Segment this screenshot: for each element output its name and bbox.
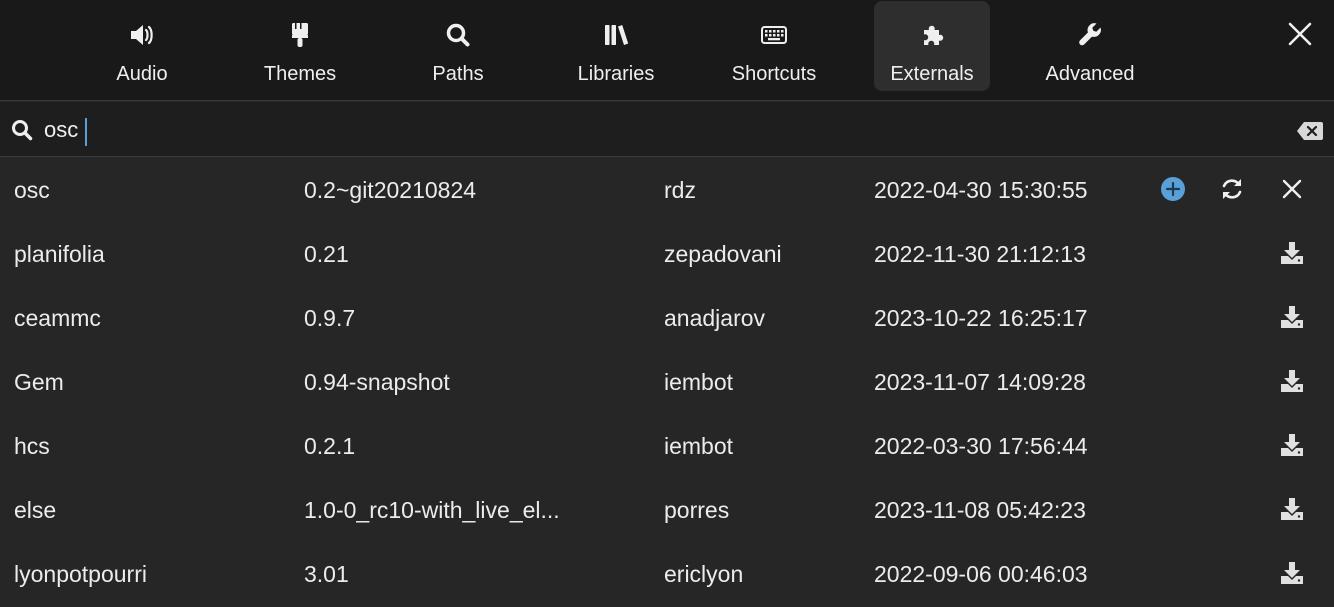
tab-label: Audio <box>116 63 168 85</box>
install-button[interactable] <box>1277 305 1307 335</box>
tab-externals[interactable]: Externals <box>874 1 990 91</box>
external-version: 0.21 <box>304 241 349 267</box>
search-input[interactable] <box>44 112 1244 148</box>
external-name: ceammc <box>14 305 101 331</box>
external-author: zepadovani <box>664 241 782 267</box>
external-date: 2022-09-06 00:46:03 <box>874 561 1088 587</box>
external-author: porres <box>664 497 730 523</box>
plus-circle-icon <box>1160 176 1186 208</box>
download-icon <box>1280 241 1304 271</box>
tab-audio[interactable]: Audio <box>84 1 200 91</box>
keyboard-icon <box>760 21 788 49</box>
tab-label: Paths <box>432 63 484 85</box>
books-icon <box>602 21 630 49</box>
external-author: iembot <box>664 433 734 459</box>
external-author: iembot <box>664 369 734 395</box>
external-date: 2023-11-08 05:42:23 <box>874 497 1086 523</box>
external-date: 2022-04-30 15:30:55 <box>874 177 1088 203</box>
external-name: lyonpotpourri <box>14 561 147 587</box>
text-caret <box>85 118 87 146</box>
close-icon <box>1287 21 1313 52</box>
backspace-icon <box>1296 122 1324 146</box>
external-name: Gem <box>14 369 64 395</box>
list-item[interactable]: else 1.0-0_rc10-with_live_el... porres 2… <box>0 479 1334 543</box>
download-icon <box>1280 497 1304 527</box>
tab-label: Shortcuts <box>731 63 817 85</box>
external-version: 1.0-0_rc10-with_live_el... <box>304 497 560 523</box>
puzzle-icon <box>918 21 946 49</box>
external-name: planifolia <box>14 241 105 267</box>
external-name: osc <box>14 177 50 203</box>
close-icon <box>1281 178 1303 206</box>
list-item[interactable]: planifolia 0.21 zepadovani 2022-11-30 21… <box>0 223 1334 287</box>
tab-label: Themes <box>263 63 337 85</box>
external-author: anadjarov <box>664 305 766 331</box>
external-date: 2022-11-30 21:12:13 <box>874 241 1086 267</box>
tab-label: Libraries <box>577 63 655 85</box>
update-button[interactable] <box>1217 177 1247 207</box>
external-version: 0.9.7 <box>304 305 356 331</box>
tab-paths[interactable]: Paths <box>400 1 516 91</box>
tab-label: Externals <box>890 63 974 85</box>
external-date: 2023-10-22 16:25:17 <box>874 305 1088 331</box>
install-button[interactable] <box>1277 433 1307 463</box>
list-item[interactable]: Gem 0.94-snapshot iembot 2023-11-07 14:0… <box>0 351 1334 415</box>
download-icon <box>1280 433 1304 463</box>
external-version: 0.2~git20210824 <box>304 177 477 203</box>
external-name: hcs <box>14 433 50 459</box>
refresh-icon <box>1218 175 1246 209</box>
install-button[interactable] <box>1277 561 1307 591</box>
external-name: else <box>14 497 57 523</box>
list-item[interactable]: osc 0.2~git20210824 rdz 2022-04-30 15:30… <box>0 159 1334 223</box>
external-version: 0.94-snapshot <box>304 369 450 395</box>
download-icon <box>1280 305 1304 335</box>
preferences-toolbar: Audio Themes Paths Libraries Shortcuts E… <box>0 0 1334 101</box>
external-date: 2022-03-30 17:56:44 <box>874 433 1088 459</box>
tab-label: Advanced <box>1045 63 1135 85</box>
tab-libraries[interactable]: Libraries <box>558 1 674 91</box>
external-date: 2023-11-07 14:09:28 <box>874 369 1086 395</box>
external-version: 0.2.1 <box>304 433 356 459</box>
list-item[interactable]: hcs 0.2.1 iembot 2022-03-30 17:56:44 <box>0 415 1334 479</box>
install-button[interactable] <box>1277 497 1307 527</box>
externals-list: osc 0.2~git20210824 rdz 2022-04-30 15:30… <box>0 159 1334 607</box>
install-button[interactable] <box>1277 241 1307 271</box>
clear-search-button[interactable] <box>1296 120 1324 142</box>
list-item[interactable]: ceammc 0.9.7 anadjarov 2023-10-22 16:25:… <box>0 287 1334 351</box>
external-author: ericlyon <box>664 561 744 587</box>
external-version: 3.01 <box>304 561 349 587</box>
speaker-icon <box>128 21 156 49</box>
uninstall-button[interactable] <box>1277 177 1307 207</box>
tab-themes[interactable]: Themes <box>242 1 358 91</box>
download-icon <box>1280 561 1304 591</box>
search-bar <box>0 102 1334 157</box>
list-item[interactable]: lyonpotpourri 3.01 ericlyon 2022-09-06 0… <box>0 543 1334 607</box>
tab-shortcuts[interactable]: Shortcuts <box>716 1 832 91</box>
tab-advanced[interactable]: Advanced <box>1032 1 1148 91</box>
search-icon <box>444 21 472 49</box>
search-icon <box>10 118 34 142</box>
external-author: rdz <box>664 177 696 203</box>
add-to-path-button[interactable] <box>1158 177 1188 207</box>
install-button[interactable] <box>1277 369 1307 399</box>
paintbrush-icon <box>286 21 314 49</box>
wrench-icon <box>1076 21 1104 49</box>
download-icon <box>1280 369 1304 399</box>
close-button[interactable] <box>1280 16 1320 56</box>
